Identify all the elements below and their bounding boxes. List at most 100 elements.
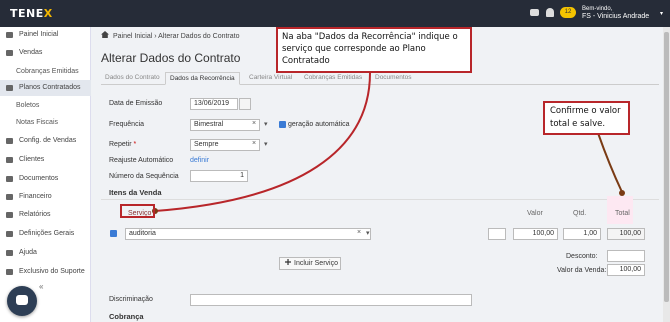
tab-dados-recorrencia[interactable]: Dados da Recorrência [165,72,240,85]
valor-venda-field: 100,00 [607,264,645,276]
sidebar-item-label: Financeiro [19,193,52,200]
breadcrumb-home[interactable]: Painel Inicial [113,33,152,40]
top-bar: TENEX 12 Bem-vindo, FS - Vinicius Andrad… [0,0,670,27]
sidebar-item-label: Painel Inicial [19,31,59,38]
sidebar-item-label: Boletos [16,102,40,109]
sidebar-item-label: Cobranças Emitidas [16,68,79,75]
page-title: Alterar Dados do Contrato [101,51,241,65]
col-qtd: Qtd. [573,210,587,217]
money-icon [6,194,13,200]
chevron-down-icon[interactable]: ▾ [264,140,268,148]
sidebar-item-financeiro[interactable]: Financeiro [0,189,91,205]
col-total: Total [615,210,630,217]
valor-input[interactable]: 100,00 [513,228,558,240]
sequencia-label: Número da Sequência [109,173,179,180]
sidebar-item-suporte[interactable]: Exclusivo do Suporte [0,264,91,280]
greeting-text: Bem-vindo, [582,6,613,12]
item-checkbox[interactable] [110,230,117,237]
reajuste-definir-link[interactable]: definir [190,157,209,164]
sequencia-input[interactable]: 1 [190,170,248,182]
link-icon [6,269,13,275]
tab-bar: Dados do Contrato Dados da Recorrência C… [101,72,659,85]
chevron-down-icon[interactable]: ▾ [366,229,370,237]
itens-title: Itens da Venda [109,188,162,197]
sidebar-item-label: Notas Fiscais [16,119,59,126]
sidebar-item-label: Config. de Vendas [19,137,77,144]
briefcase-icon[interactable] [488,228,506,240]
user-icon [6,157,13,163]
sidebar-item-notas[interactable]: Notas Fiscais [0,115,91,131]
emissao-input[interactable]: 13/06/2019 [190,98,238,110]
notification-badge[interactable]: 12 [560,7,576,18]
scrollbar-thumb[interactable] [664,32,669,302]
total-field: 100,00 [607,228,645,240]
servico-highlight-box [120,204,155,218]
geracao-label: geração automática [288,121,350,128]
sidebar-item-label: Definições Gerais [19,230,75,237]
help-icon [6,250,13,256]
repetir-select[interactable]: Sempre [190,139,260,151]
sidebar-item-label: Relatórios [19,211,51,218]
user-menu[interactable]: Bem-vindo, FS - Vinicius Andrade [582,5,649,21]
frequencia-select[interactable]: Bimestral [190,119,260,131]
chart-icon [6,212,13,218]
sidebar-item-definicoes[interactable]: Definições Gerais [0,226,91,242]
calendar-button[interactable] [239,98,251,110]
sidebar-item-relatorios[interactable]: Relatórios [0,207,91,223]
tab-carteira-virtual[interactable]: Carteira Virtual [249,74,292,81]
servico-select[interactable]: auditoria [125,228,371,240]
frequencia-label: Frequência [109,121,145,128]
tab-dados-contrato[interactable]: Dados do Contrato [105,74,160,81]
annotation-dot-total [619,190,625,196]
sidebar-item-label: Vendas [19,49,43,56]
chat-fab-button[interactable] [7,286,37,316]
breadcrumb: Painel Inicial › Alterar Dados do Contra… [101,31,240,40]
user-name: FS - Vinicius Andrade [582,13,650,20]
tab-documentos[interactable]: Documentos [375,74,412,81]
cobranca-title: Cobrança [109,312,144,321]
sidebar-item-painel[interactable]: Painel Inicial [0,27,91,43]
emissao-label: Data de Emissão [109,100,163,107]
sidebar-item-config[interactable]: Config. de Vendas [0,133,91,149]
cart-icon [6,50,13,56]
sidebar: Painel Inicial Vendas Cobranças Emitidas… [0,27,91,322]
sidebar-item-boletos[interactable]: Boletos [0,98,91,114]
document-icon [6,85,13,91]
desconto-label: Desconto: [566,253,598,260]
breadcrumb-separator: › [154,33,157,40]
sidebar-item-ajuda[interactable]: Ajuda [0,245,91,261]
qtd-input[interactable]: 1,00 [563,228,601,240]
sidebar-item-documentos[interactable]: Documentos [0,171,91,187]
chat-icon[interactable] [530,9,539,16]
sidebar-item-label: Exclusivo do Suporte [19,268,85,275]
sidebar-item-planos[interactable]: Planos Contratados [0,80,91,96]
sidebar-item-vendas[interactable]: Vendas [0,45,91,61]
sidebar-item-label: Documentos [19,175,59,182]
chevron-down-icon[interactable]: ▾ [660,10,663,17]
settings-icon [6,231,13,237]
chevron-down-icon[interactable]: ▾ [264,120,268,128]
collapse-sidebar-button[interactable]: « [39,282,43,291]
home-icon [6,32,13,38]
discriminacao-input[interactable] [190,294,472,306]
tab-cobrancas-emitidas[interactable]: Cobranças Emitidas [304,74,362,81]
desconto-input[interactable] [607,250,645,262]
col-valor: Valor [527,210,543,217]
sidebar-item-clientes[interactable]: Clientes [0,152,91,168]
clear-icon[interactable]: × [252,120,256,127]
clear-icon[interactable]: × [357,229,361,236]
valor-venda-label: Valor da Venda: [557,267,607,274]
incluir-servico-button[interactable]: Incluir Serviço [279,257,341,270]
sidebar-item-label: Clientes [19,156,45,163]
gear-icon [6,138,13,144]
clear-icon[interactable]: × [252,140,256,147]
reajuste-label: Reajuste Automático [109,157,174,164]
bell-icon[interactable] [546,8,554,17]
brand-logo[interactable]: TENEX [10,7,53,20]
annotation-tab-note: Na aba "Dados da Recorrência" indique o … [276,27,472,73]
discriminacao-label: Discriminação [109,296,153,303]
sidebar-item-cobrancas[interactable]: Cobranças Emitidas [0,64,91,80]
home-icon[interactable] [101,31,109,38]
scrollbar[interactable] [663,27,670,322]
geracao-checkbox[interactable] [279,121,286,128]
